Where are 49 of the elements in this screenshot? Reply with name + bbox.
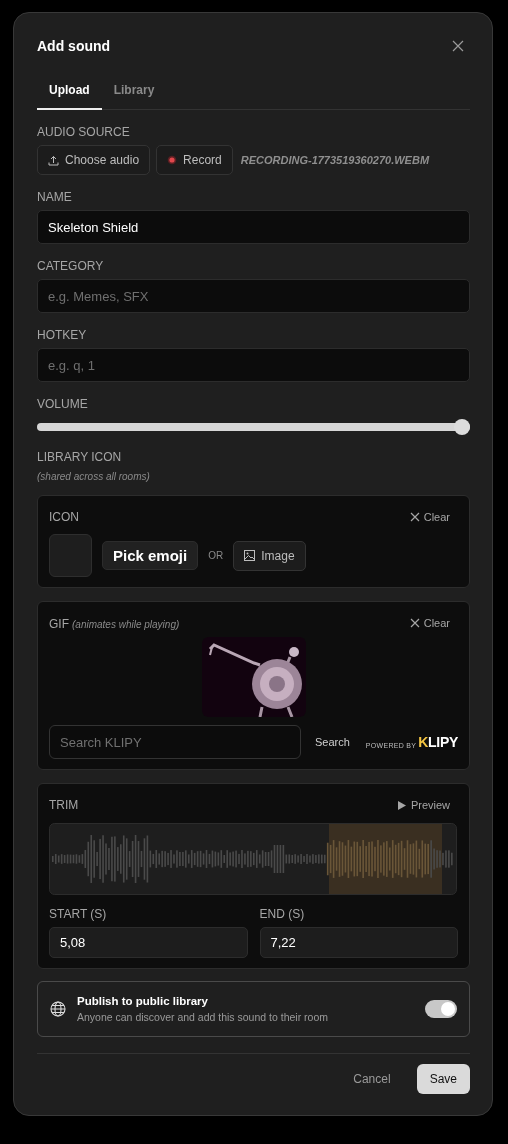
text-field[interactable]: e.g. Memes, SFX xyxy=(37,279,470,313)
preview-button[interactable]: Preview xyxy=(397,799,458,811)
clear-button[interactable]: Clear xyxy=(409,511,458,523)
field-label: CATEGORY xyxy=(37,259,105,273)
file-name: RECORDING-1773519360270.WEBM xyxy=(240,154,430,166)
globe-icon xyxy=(50,1001,66,1017)
close-icon xyxy=(409,512,420,522)
or-label: OR xyxy=(208,550,224,561)
text-field[interactable]: Skeleton Shield xyxy=(37,210,470,244)
clear-button[interactable]: Clear xyxy=(409,617,458,629)
volume-slider[interactable] xyxy=(37,419,470,435)
image-button[interactable]: Image xyxy=(233,540,306,571)
image-icon xyxy=(244,550,256,561)
field-label: START (S) xyxy=(49,907,108,921)
close-icon[interactable] xyxy=(452,40,464,52)
search-button[interactable]: Search xyxy=(311,736,354,748)
close-icon xyxy=(409,618,420,628)
field-label: HOTKEY xyxy=(37,328,88,342)
start-field[interactable]: 5,08 xyxy=(49,927,248,958)
section-label: LIBRARY ICON xyxy=(37,450,123,464)
end-field[interactable]: 7,22 xyxy=(259,927,458,958)
record-icon xyxy=(167,155,178,165)
save-button[interactable]: Save xyxy=(416,1064,470,1094)
publish-description: Anyone can discover and add this sound to their room xyxy=(77,1011,329,1023)
field-label: NAME xyxy=(37,190,73,204)
tab[interactable]: Upload xyxy=(37,72,102,110)
publish-title: Publish to public library xyxy=(77,995,209,1007)
text-field[interactable]: e.g. q, 1 xyxy=(37,348,470,382)
logo: KLIPY xyxy=(418,735,458,749)
play-icon xyxy=(397,800,406,810)
field-label: VOLUME xyxy=(37,397,89,411)
tab[interactable]: Library xyxy=(101,72,167,110)
upload-icon xyxy=(48,154,59,166)
record-button[interactable]: Record xyxy=(156,145,233,175)
dialog-title: Add sound xyxy=(37,38,111,54)
slider-thumb[interactable] xyxy=(454,419,470,435)
cancel-button[interactable]: Cancel xyxy=(347,1071,397,1087)
field-label: AUDIO SOURCE xyxy=(37,125,131,139)
section-note: (shared across all rooms) xyxy=(37,471,151,482)
choose-audio-button[interactable]: Choose audio xyxy=(37,145,151,175)
card-note: (animates while playing) xyxy=(72,619,180,630)
search-field[interactable]: Search KLIPY xyxy=(49,725,301,759)
card-label: ICON xyxy=(49,510,79,524)
publish-toggle[interactable] xyxy=(425,1000,457,1018)
card-label: TRIM xyxy=(49,798,79,812)
pick-emoji-button[interactable]: Pick emoji xyxy=(102,541,199,570)
card-label: GIF xyxy=(49,617,69,631)
field-label: END (S) xyxy=(259,907,306,921)
waveform-drawing[interactable] xyxy=(49,823,457,895)
